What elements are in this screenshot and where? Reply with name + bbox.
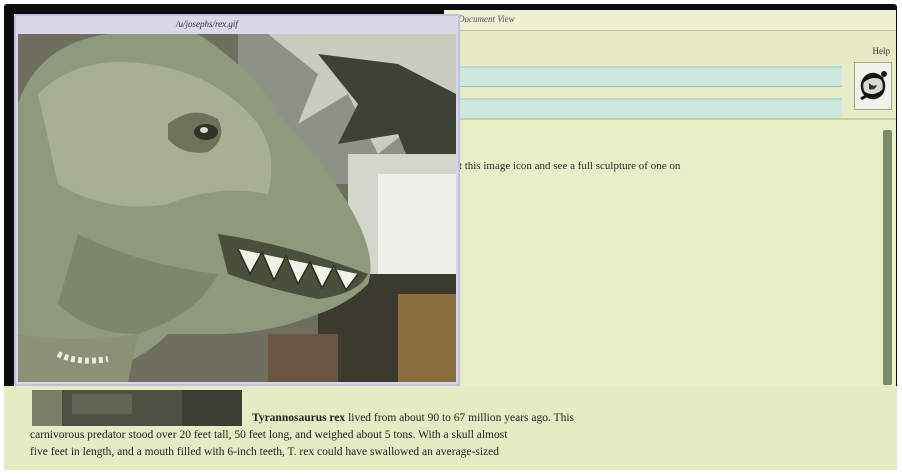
article-line-1-text: lived from about 90 to 67 million years … bbox=[345, 412, 574, 424]
article-line-2: carnivorous predator stood over 20 feet … bbox=[30, 429, 508, 441]
article-paragraph: Tyrannosaurus rex lived from about 90 to… bbox=[30, 410, 890, 461]
url-field[interactable] bbox=[456, 98, 842, 120]
document-content: et this image icon and see a full sculpt… bbox=[444, 120, 878, 390]
help-menu[interactable]: Help bbox=[873, 46, 891, 56]
trex-photo bbox=[18, 34, 456, 382]
browser-title: Document View bbox=[458, 14, 515, 24]
article-line-3: five feet in length, and a mouth filled … bbox=[30, 446, 499, 458]
article-line-1: Tyrannosaurus rex lived from about 90 to… bbox=[30, 410, 890, 427]
scrollbar-thumb[interactable] bbox=[883, 130, 892, 385]
browser-menubar: Help bbox=[444, 31, 896, 64]
browser-title-bar[interactable]: Document View bbox=[444, 10, 896, 31]
viewer-title: /u/josephs/rex.gif bbox=[176, 19, 238, 29]
viewer-title-bar[interactable]: /u/josephs/rex.gif bbox=[16, 16, 458, 34]
screen: Document View Help et this image icon an… bbox=[4, 4, 897, 470]
globe-logo[interactable] bbox=[854, 62, 892, 110]
globe-icon bbox=[860, 71, 887, 101]
article-region: Tyrannosaurus rex lived from about 90 to… bbox=[4, 386, 897, 470]
title-input[interactable] bbox=[456, 69, 842, 88]
url-input[interactable] bbox=[456, 101, 842, 120]
species-name: Tyrannosaurus rex bbox=[252, 412, 346, 424]
title-field[interactable] bbox=[456, 66, 842, 88]
content-text: et this image icon and see a full sculpt… bbox=[454, 160, 681, 172]
image-viewer-window: /u/josephs/rex.gif bbox=[14, 14, 460, 386]
trex-image bbox=[18, 34, 456, 382]
